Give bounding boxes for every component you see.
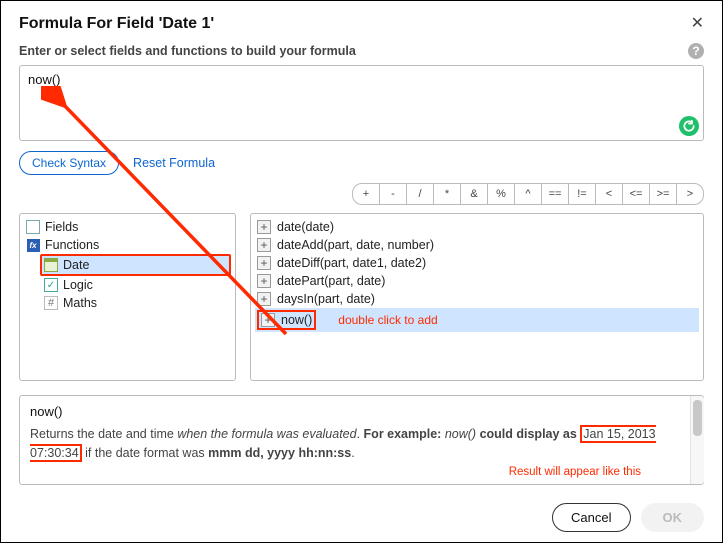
- annotation-double-click: double click to add: [338, 313, 437, 327]
- fn-datepart[interactable]: + datePart(part, date): [255, 272, 699, 290]
- dialog-footer: Cancel OK: [552, 503, 704, 532]
- check-icon: ✓: [44, 278, 58, 292]
- fn-label: daysIn(part, date): [277, 292, 375, 306]
- scrollbar-thumb[interactable]: [693, 400, 702, 436]
- fn-label: now(): [281, 313, 312, 327]
- op-minus[interactable]: -: [379, 183, 407, 205]
- op-plus[interactable]: +: [352, 183, 380, 205]
- reset-formula-button[interactable]: Reset Formula: [131, 152, 217, 174]
- fn-label: datePart(part, date): [277, 274, 385, 288]
- instruction-text: Enter or select fields and functions to …: [19, 44, 356, 58]
- fn-label: dateDiff(part, date1, date2): [277, 256, 426, 270]
- tree-functions[interactable]: fx Functions: [24, 236, 231, 254]
- fn-datediff[interactable]: + dateDiff(part, date1, date2): [255, 254, 699, 272]
- op-mod[interactable]: %: [487, 183, 515, 205]
- tree-label: Functions: [45, 238, 99, 252]
- tree-label: Logic: [63, 278, 93, 292]
- op-lte[interactable]: <=: [622, 183, 650, 205]
- plus-icon: +: [261, 313, 275, 327]
- fn-dateadd[interactable]: + dateAdd(part, date, number): [255, 236, 699, 254]
- fn-label: dateAdd(part, date, number): [277, 238, 434, 252]
- op-divide[interactable]: /: [406, 183, 434, 205]
- op-eq[interactable]: ==: [541, 183, 569, 205]
- dialog-header: Formula For Field 'Date 1' ✕: [1, 1, 722, 43]
- op-concat[interactable]: &: [460, 183, 488, 205]
- functions-icon: fx: [26, 238, 40, 252]
- check-syntax-button[interactable]: Check Syntax: [19, 151, 119, 175]
- plus-icon: +: [257, 220, 271, 234]
- grammarly-icon[interactable]: [679, 116, 699, 136]
- op-power[interactable]: ^: [514, 183, 542, 205]
- fn-date[interactable]: + date(date): [255, 218, 699, 236]
- description-panel: now() Returns the date and time when the…: [19, 395, 704, 485]
- op-gt[interactable]: >: [676, 183, 704, 205]
- op-lt[interactable]: <: [595, 183, 623, 205]
- fn-daysin[interactable]: + daysIn(part, date): [255, 290, 699, 308]
- action-row: Check Syntax Reset Formula: [1, 141, 722, 183]
- operator-row: + - / * & % ^ == != < <= >= >: [1, 183, 722, 213]
- tree-label: Maths: [63, 296, 97, 310]
- tree-category-maths[interactable]: # Maths: [24, 294, 231, 312]
- function-list-panel[interactable]: + date(date) + dateAdd(part, date, numbe…: [250, 213, 704, 381]
- help-icon[interactable]: ?: [688, 43, 704, 59]
- calendar-icon: [44, 258, 58, 272]
- close-icon[interactable]: ✕: [691, 16, 704, 32]
- formula-text: now(): [28, 72, 61, 87]
- plus-icon: +: [257, 274, 271, 288]
- description-body: Returns the date and time when the formu…: [30, 425, 693, 463]
- panels: Fields fx Functions Date ✓ Logic # Maths…: [1, 213, 722, 381]
- ok-button[interactable]: OK: [641, 503, 705, 532]
- cancel-button[interactable]: Cancel: [552, 503, 630, 532]
- description-name: now(): [30, 404, 693, 419]
- tree-category-logic[interactable]: ✓ Logic: [24, 276, 231, 294]
- plus-icon: +: [257, 256, 271, 270]
- tree-category-date[interactable]: Date: [40, 254, 231, 276]
- plus-icon: +: [257, 238, 271, 252]
- operator-group: + - / * & % ^ == != < <= >= >: [352, 183, 704, 205]
- scrollbar[interactable]: [690, 396, 704, 484]
- op-multiply[interactable]: *: [433, 183, 461, 205]
- plus-icon: +: [257, 292, 271, 306]
- tree-label: Date: [63, 258, 89, 272]
- annotation-result-caption: Result will appear like this: [509, 466, 641, 478]
- fields-icon: [26, 220, 40, 234]
- tree-fields[interactable]: Fields: [24, 218, 231, 236]
- hash-icon: #: [44, 296, 58, 310]
- formula-dialog: Formula For Field 'Date 1' ✕ Enter or se…: [0, 0, 723, 543]
- fn-label: date(date): [277, 220, 334, 234]
- tree-label: Fields: [45, 220, 78, 234]
- formula-textarea[interactable]: now(): [19, 65, 704, 141]
- fn-now[interactable]: + now() double click to add: [255, 308, 699, 332]
- op-gte[interactable]: >=: [649, 183, 677, 205]
- op-neq[interactable]: !=: [568, 183, 596, 205]
- dialog-title: Formula For Field 'Date 1': [19, 15, 214, 33]
- dialog-subheader: Enter or select fields and functions to …: [1, 43, 722, 65]
- category-tree-panel[interactable]: Fields fx Functions Date ✓ Logic # Maths: [19, 213, 236, 381]
